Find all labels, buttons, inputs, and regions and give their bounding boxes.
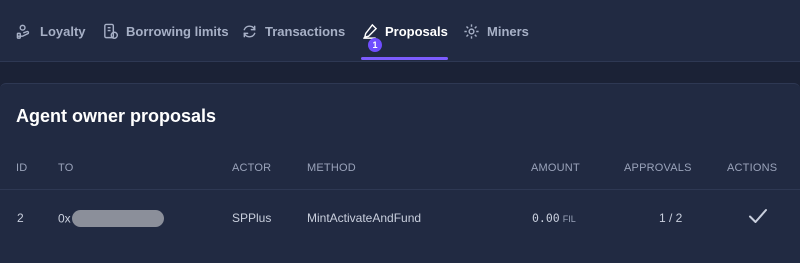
transactions-icon <box>241 23 258 40</box>
column-header-approvals: APPROVALS <box>624 162 692 174</box>
header-divider <box>0 189 800 190</box>
cell-actor: SPPlus <box>232 211 272 225</box>
cell-id: 2 <box>17 211 24 225</box>
redacted-address <box>71 210 164 227</box>
column-header-to: TO <box>58 162 74 174</box>
cell-method: MintActivateAndFund <box>307 211 422 225</box>
proposals-count-badge: 1 <box>368 37 382 52</box>
column-header-id: ID <box>16 162 28 174</box>
miners-icon <box>463 23 480 40</box>
cell-amount: 0.00 FIL <box>532 211 576 225</box>
proposals-card: Agent owner proposals ID TO ACTOR METHOD… <box>0 83 800 263</box>
card-title: Agent owner proposals <box>16 106 217 126</box>
tab-label: Transactions <box>265 23 346 39</box>
tab-label: Loyalty <box>40 23 86 39</box>
borrowing-limits-icon <box>102 23 119 40</box>
cell-approvals: 1 / 2 <box>659 211 683 225</box>
loyalty-icon <box>16 23 33 40</box>
tab-transactions[interactable]: Transactions <box>241 0 345 62</box>
column-header-method: METHOD <box>307 162 356 174</box>
tab-bar: Loyalty Borrowing limits Transactions 1 … <box>0 0 800 62</box>
column-header-amount: AMOUNT <box>531 162 580 174</box>
address-prefix: 0x <box>58 211 71 226</box>
tab-borrowing-limits[interactable]: Borrowing limits <box>102 0 229 62</box>
column-header-actions: ACTIONS <box>727 162 778 174</box>
tab-label: Proposals <box>385 23 448 39</box>
tab-proposals[interactable]: 1 Proposals <box>361 0 448 62</box>
checkmark-icon <box>749 209 767 223</box>
tab-label: Borrowing limits <box>126 23 229 39</box>
column-header-actor: ACTOR <box>232 162 272 174</box>
proposals-icon: 1 <box>361 23 382 52</box>
cell-to[interactable]: 0x <box>58 210 164 228</box>
tab-label: Miners <box>487 23 529 39</box>
tab-loyalty[interactable]: Loyalty <box>16 0 86 62</box>
tab-miners[interactable]: Miners <box>463 0 529 62</box>
approve-button[interactable] <box>748 206 768 226</box>
amount-unit: FIL <box>562 214 576 224</box>
amount-value: 0.00 <box>532 211 560 225</box>
